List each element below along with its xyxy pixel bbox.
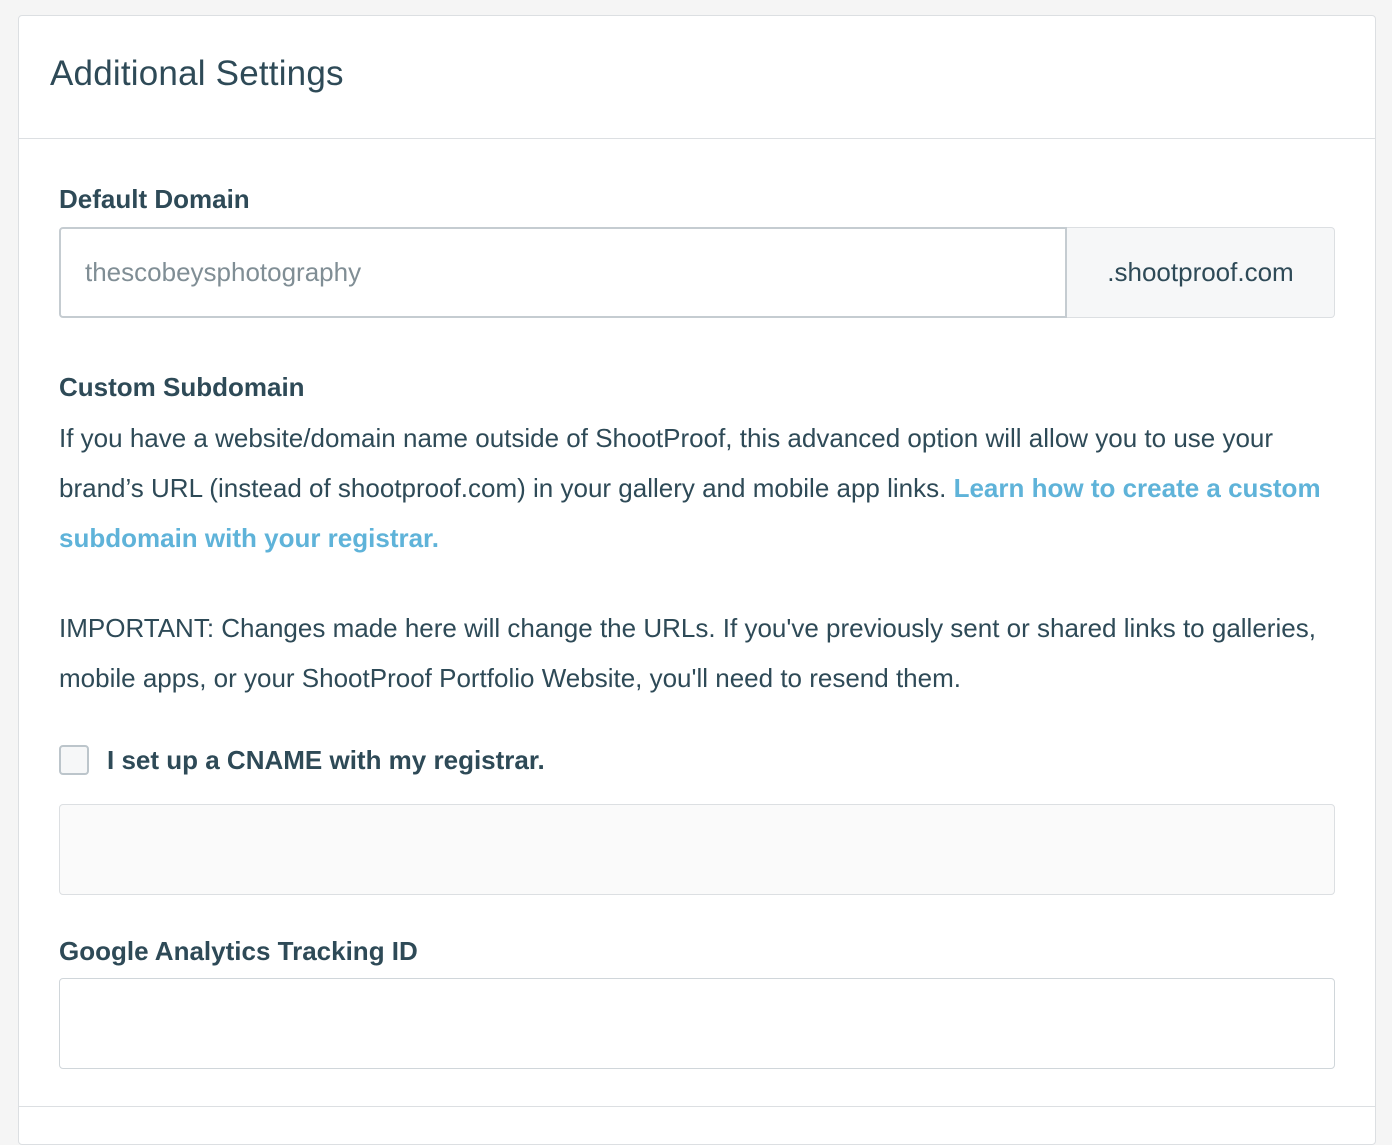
domain-suffix-addon: .shootproof.com: [1067, 227, 1335, 318]
google-analytics-label: Google Analytics Tracking ID: [59, 936, 418, 966]
cname-checkbox[interactable]: [59, 745, 89, 775]
panel-header: Additional Settings: [19, 16, 1375, 139]
panel-title: Additional Settings: [50, 54, 344, 93]
custom-subdomain-description: If you have a website/domain name outsid…: [59, 413, 1341, 563]
custom-subdomain-label: Custom Subdomain: [59, 372, 305, 402]
cname-checkbox-label[interactable]: I set up a CNAME with my registrar.: [107, 745, 545, 776]
default-domain-group: .shootproof.com: [59, 227, 1335, 318]
cname-checkbox-row[interactable]: I set up a CNAME with my registrar.: [59, 743, 545, 777]
important-notice: IMPORTANT: Changes made here will change…: [59, 613, 1316, 693]
default-domain-input[interactable]: [59, 227, 1067, 318]
default-domain-label: Default Domain: [59, 184, 250, 214]
panel-footer-divider: [18, 1106, 1376, 1107]
google-analytics-input[interactable]: [59, 978, 1335, 1069]
custom-subdomain-input[interactable]: [59, 804, 1335, 895]
